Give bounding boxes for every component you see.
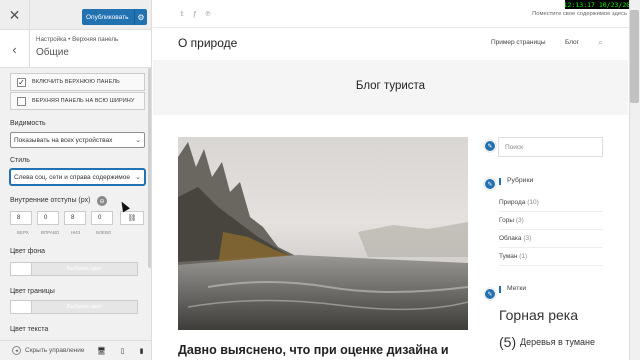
- collapse-button[interactable]: Скрыть управление: [25, 347, 85, 354]
- bg-color-picker[interactable]: Выбрать цвет: [10, 262, 138, 276]
- link-values-icon[interactable]: ⛓: [120, 211, 144, 225]
- topbar-text: Поместите свое содержимое здесь: [532, 11, 627, 17]
- pencil-icon[interactable]: ✎: [484, 178, 496, 190]
- twitter-icon[interactable]: 𝕥: [178, 10, 186, 18]
- bg-color-label: Цвет фона: [10, 248, 46, 255]
- padding-left-input[interactable]: 0: [91, 211, 113, 225]
- publish-label: Опубликовать: [86, 13, 129, 21]
- category-name: Природа: [499, 199, 526, 206]
- search-icon[interactable]: ⌕: [596, 38, 605, 47]
- category-item[interactable]: Туман (1): [499, 253, 603, 266]
- border-color-label: Цвет границы: [10, 288, 55, 295]
- publish-button[interactable]: Опубликовать ⚙: [82, 9, 147, 25]
- padding-caption: ВЛЕВО: [96, 230, 112, 235]
- gear-icon[interactable]: ⚙: [134, 9, 147, 25]
- category-item[interactable]: Природа (10): [499, 199, 603, 212]
- chevron-left-icon[interactable]: ‹: [0, 30, 30, 68]
- padding-top-input[interactable]: 8: [10, 211, 32, 225]
- customizer-footer: ◂ Скрыть управление 🖥 ▯ ▮: [0, 340, 151, 360]
- tag-link[interactable]: Деревья в тумане: [520, 337, 595, 347]
- pencil-icon[interactable]: ✎: [484, 288, 496, 300]
- sidebar-scrollbar[interactable]: [148, 68, 151, 268]
- site-title[interactable]: О природе: [178, 36, 237, 50]
- padding-caption: НИЗ: [71, 230, 81, 235]
- category-item[interactable]: Облака (3): [499, 235, 603, 248]
- mobile-icon[interactable]: ▮: [137, 346, 146, 355]
- desktop-icon[interactable]: 🖥: [97, 346, 106, 355]
- border-color-swatch[interactable]: [10, 300, 31, 314]
- pinterest-icon[interactable]: ℗: [204, 10, 212, 18]
- site-preview: 𝕥 ƒ ℗ Поместите свое содержимое здесь 12…: [153, 0, 640, 360]
- category-name: Облака: [499, 235, 522, 242]
- bg-color-button[interactable]: Выбрать цвет: [31, 262, 138, 276]
- tablet-icon[interactable]: ▯: [118, 346, 127, 355]
- style-label: Стиль: [10, 157, 30, 164]
- style-value: Слева соц. сети и справа содержимое: [14, 173, 130, 181]
- section-title: Общие: [36, 47, 69, 58]
- padding-bottom-input[interactable]: 8: [64, 211, 86, 225]
- tag-link[interactable]: Горная река: [499, 307, 578, 323]
- category-item[interactable]: Горы (3): [499, 217, 603, 230]
- category-count: (1): [519, 253, 528, 260]
- style-select[interactable]: Слева соц. сети и справа содержимое ⌄: [10, 169, 145, 185]
- category-count: (10): [527, 199, 539, 206]
- padding-right-input[interactable]: 0: [37, 211, 59, 225]
- visibility-value: Показывать на всех устройствах: [14, 136, 113, 144]
- section-header: ‹ Настройка • Верхняя панель Общие: [0, 30, 151, 68]
- text-color-label: Цвет текста: [10, 326, 49, 333]
- page-banner: Блог туриста: [153, 60, 628, 115]
- info-icon[interactable]: ⊖: [97, 196, 107, 206]
- post-title[interactable]: Давно выяснено, что при оценке дизайна и: [178, 343, 449, 357]
- collapse-icon[interactable]: ◂: [12, 346, 21, 355]
- fullwidth-topbar-checkbox[interactable]: [17, 96, 26, 106]
- widget-search-input[interactable]: Поиск: [498, 137, 603, 157]
- enable-topbar-checkbox[interactable]: ✓: [17, 77, 26, 87]
- category-count: (3): [515, 217, 524, 224]
- close-icon[interactable]: ✕: [0, 0, 30, 30]
- category-name: Горы: [499, 217, 514, 224]
- menu-item-blog[interactable]: Блог: [565, 39, 579, 46]
- clock-time: 12:13:17: [563, 0, 595, 9]
- tag-count: (5): [499, 334, 517, 350]
- customizer-sidebar: ✕ Опубликовать ⚙ ‹ Настройка • Верхняя п…: [0, 0, 152, 360]
- preview-scrollbar-thumb[interactable]: [630, 10, 639, 103]
- post-featured-image[interactable]: [178, 137, 468, 330]
- padding-label: Внутренние отступы (px): [10, 197, 91, 204]
- padding-caption: ВПРАВО: [41, 230, 60, 235]
- border-color-picker[interactable]: Выбрать цвет: [10, 300, 138, 314]
- category-count: (3): [523, 235, 532, 242]
- pencil-icon[interactable]: ✎: [484, 140, 496, 152]
- facebook-icon[interactable]: ƒ: [191, 10, 199, 18]
- border-color-button[interactable]: Выбрать цвет: [31, 300, 138, 314]
- bg-color-swatch[interactable]: [10, 262, 31, 276]
- padding-caption: ВЕРХ: [17, 230, 29, 235]
- fullwidth-topbar-toggle[interactable]: ВЕРХНЯЯ ПАНЕЛЬ НА ВСЮ ШИРИНУ: [10, 92, 145, 110]
- checkmark-icon: ✓: [18, 77, 25, 87]
- visibility-select[interactable]: Показывать на всех устройствах ⌄: [10, 132, 145, 148]
- banner-title: Блог туриста: [355, 80, 426, 92]
- customizer-header: ✕ Опубликовать ⚙: [0, 0, 151, 30]
- enable-topbar-toggle[interactable]: ✓ ВКЛЮЧИТЬ ВЕРХНЮЮ ПАНЕЛЬ: [10, 73, 145, 91]
- chevron-down-icon: ⌄: [135, 137, 141, 144]
- enable-topbar-label: ВКЛЮЧИТЬ ВЕРХНЮЮ ПАНЕЛЬ: [32, 79, 120, 85]
- chevron-down-icon: ⌄: [135, 174, 141, 181]
- tags-title: Метки: [499, 285, 526, 293]
- fullwidth-topbar-label: ВЕРХНЯЯ ПАНЕЛЬ НА ВСЮ ШИРИНУ: [32, 98, 135, 104]
- breadcrumb: Настройка • Верхняя панель: [36, 36, 119, 43]
- visibility-label: Видимость: [10, 120, 46, 127]
- category-name: Туман: [499, 253, 518, 260]
- menu-item-sample-page[interactable]: Пример страницы: [491, 39, 546, 46]
- categories-title: Рубрики: [499, 177, 533, 185]
